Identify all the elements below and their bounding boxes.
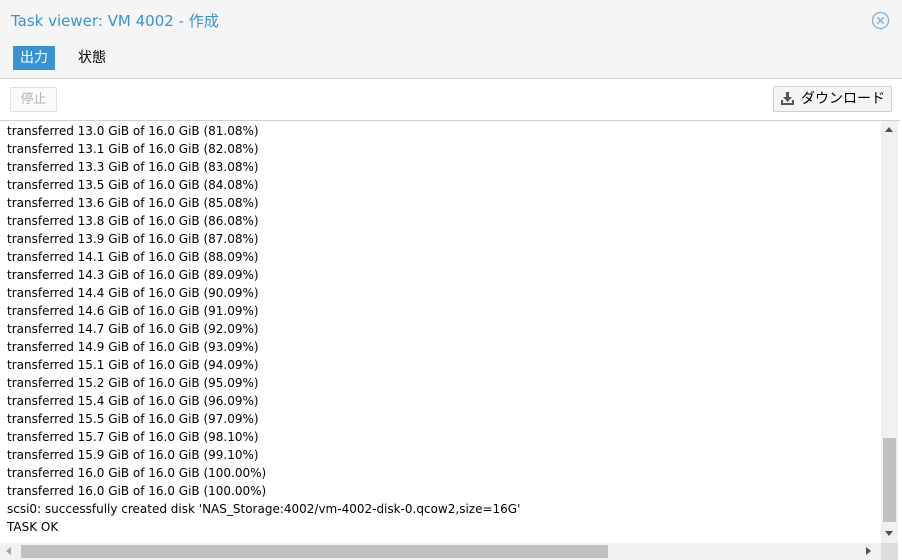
log-line: transferred 15.1 GiB of 16.0 GiB (94.09%… <box>7 358 259 372</box>
title-bar: Task viewer: VM 4002 - 作成 <box>0 0 902 40</box>
log-line: transferred 15.9 GiB of 16.0 GiB (99.10%… <box>7 448 259 462</box>
stop-button[interactable]: 停止 <box>10 87 57 112</box>
log-line: transferred 14.3 GiB of 16.0 GiB (89.09%… <box>7 268 259 282</box>
scroll-up-arrow[interactable] <box>885 127 893 132</box>
scroll-left-arrow[interactable] <box>6 547 11 555</box>
close-circle-icon <box>871 11 890 30</box>
log-line: transferred 14.6 GiB of 16.0 GiB (91.09%… <box>7 304 259 318</box>
tab-status[interactable]: 状態 <box>71 46 113 70</box>
log-line: transferred 16.0 GiB of 16.0 GiB (100.00… <box>7 466 267 480</box>
log-line: transferred 13.0 GiB of 16.0 GiB (81.08%… <box>7 124 259 138</box>
tab-output[interactable]: 出力 <box>13 46 55 70</box>
window-title: Task viewer: VM 4002 - 作成 <box>11 12 219 30</box>
log-line: transferred 13.1 GiB of 16.0 GiB (82.08%… <box>7 142 259 156</box>
log-line: transferred 15.5 GiB of 16.0 GiB (97.09%… <box>7 412 259 426</box>
log-line: transferred 14.1 GiB of 16.0 GiB (88.09%… <box>7 250 259 264</box>
log-line: transferred 16.0 GiB of 16.0 GiB (100.00… <box>7 484 267 498</box>
log-line: transferred 13.6 GiB of 16.0 GiB (85.08%… <box>7 196 259 210</box>
scroll-down-arrow[interactable] <box>885 531 893 536</box>
vertical-scroll-thumb[interactable] <box>883 438 896 522</box>
log-line: transferred 14.9 GiB of 16.0 GiB (93.09%… <box>7 340 259 354</box>
close-button[interactable] <box>871 11 890 30</box>
log-line: transferred 14.4 GiB of 16.0 GiB (90.09%… <box>7 286 259 300</box>
horizontal-scroll-thumb[interactable] <box>21 545 608 558</box>
download-label: ダウンロード <box>801 91 885 107</box>
log-line: transferred 15.2 GiB of 16.0 GiB (95.09%… <box>7 376 259 390</box>
tab-bar: 出力 状態 <box>0 40 902 78</box>
log-line: transferred 13.8 GiB of 16.0 GiB (86.08%… <box>7 214 259 228</box>
download-icon <box>781 92 794 105</box>
download-button[interactable]: ダウンロード <box>773 86 892 112</box>
horizontal-scrollbar[interactable] <box>0 543 881 560</box>
toolbar: 停止 <box>0 79 900 121</box>
log-line: transferred 13.5 GiB of 16.0 GiB (84.08%… <box>7 178 259 192</box>
log-line: TASK OK <box>7 520 59 534</box>
log-line: scsi0: successfully created disk 'NAS_St… <box>7 502 521 516</box>
log-line: transferred 13.3 GiB of 16.0 GiB (83.08%… <box>7 160 259 174</box>
log-output[interactable]: transferred 13.0 GiB of 16.0 GiB (81.08%… <box>0 121 881 543</box>
log-line: transferred 13.9 GiB of 16.0 GiB (87.08%… <box>7 232 259 246</box>
task-viewer-window: Task viewer: VM 4002 - 作成 出力 状態 停止 trans… <box>0 0 902 560</box>
vertical-scrollbar[interactable] <box>881 121 898 543</box>
log-line: transferred 15.7 GiB of 16.0 GiB (98.10%… <box>7 430 259 444</box>
scrollbar-corner <box>881 543 898 560</box>
scroll-right-arrow[interactable] <box>866 547 871 555</box>
log-line: transferred 14.7 GiB of 16.0 GiB (92.09%… <box>7 322 259 336</box>
output-panel: 停止 transferred 13.0 GiB of 16.0 GiB (81.… <box>0 78 902 560</box>
log-line: transferred 15.4 GiB of 16.0 GiB (96.09%… <box>7 394 259 408</box>
